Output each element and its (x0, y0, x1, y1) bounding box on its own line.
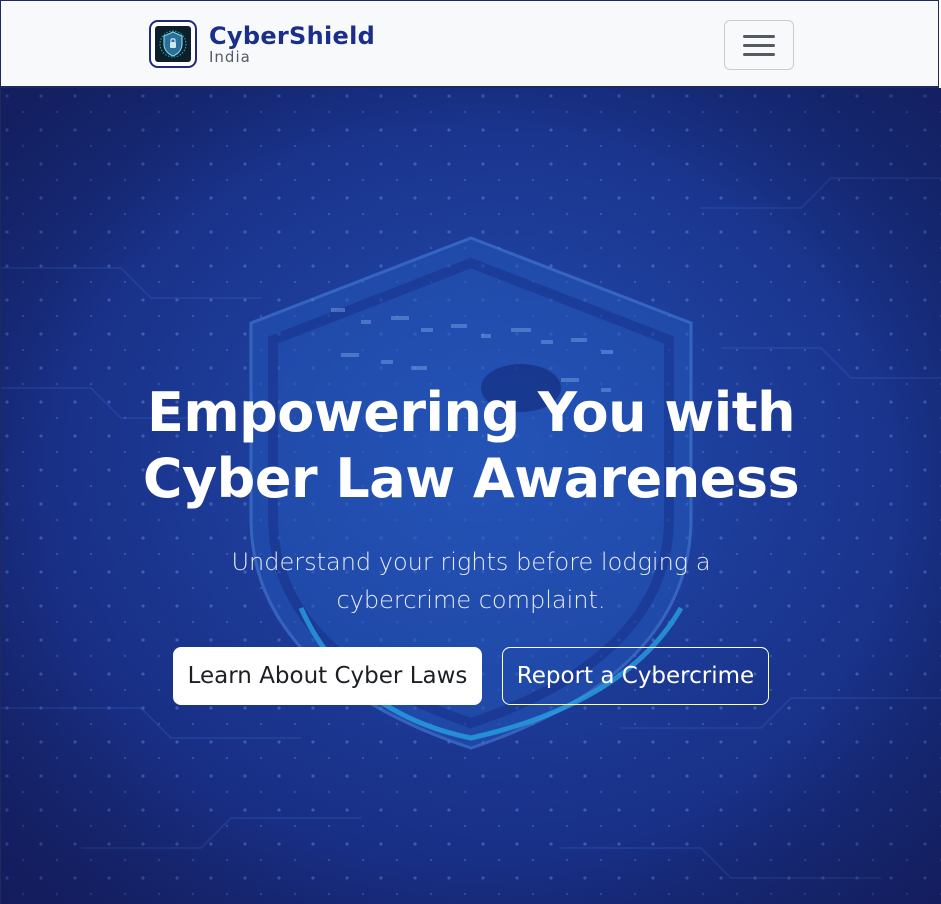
menu-toggle-button[interactable] (724, 20, 794, 70)
hamburger-icon (743, 29, 775, 62)
report-cybercrime-button[interactable]: Report a Cybercrime (502, 647, 769, 705)
brand-link[interactable]: CyberShield India (149, 20, 375, 68)
hero-title: Empowering You with Cyber Law Awareness (142, 381, 800, 510)
shield-logo-icon (149, 20, 197, 68)
hero-subtitle: Understand your rights before lodging a … (231, 548, 711, 614)
learn-cyber-laws-button[interactable]: Learn About Cyber Laws (173, 647, 482, 705)
brand-name: CyberShield (209, 21, 376, 50)
brand-subtitle: India (209, 47, 251, 66)
hero-section: Empowering You with Cyber Law Awareness … (0, 88, 941, 904)
page: CyberShield India Empowering You with Cy… (0, 0, 941, 904)
navbar: CyberShield India (0, 0, 939, 88)
